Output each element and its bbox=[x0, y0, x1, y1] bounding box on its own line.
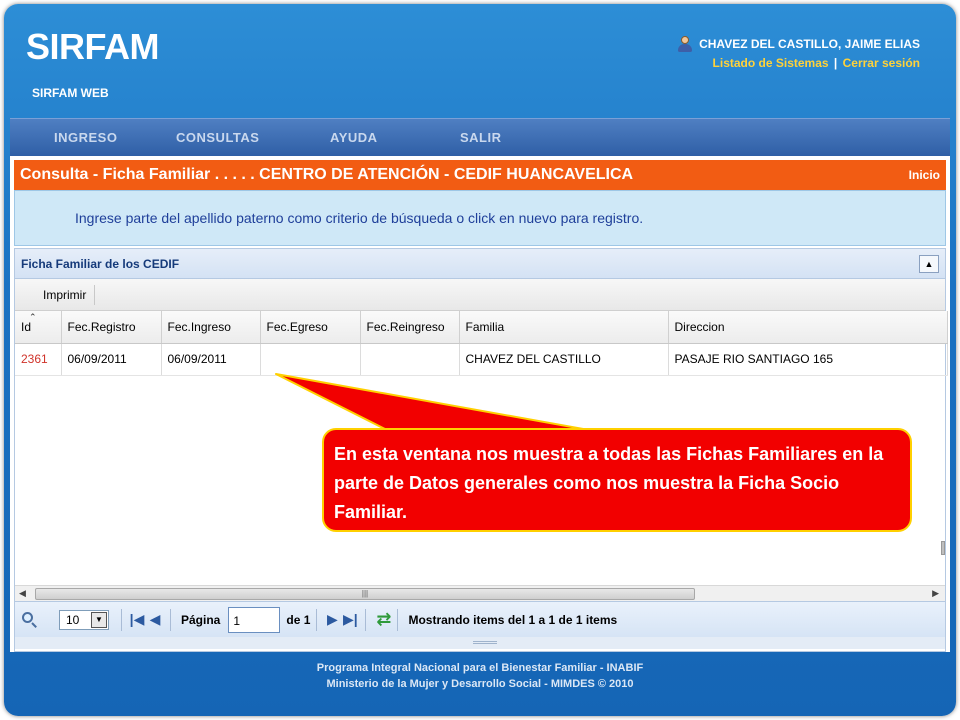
cell-fec-reingreso bbox=[360, 343, 460, 376]
annotation-callout: En esta ventana nos muestra a todas las … bbox=[322, 428, 912, 532]
page-number-input[interactable]: 1 bbox=[228, 606, 281, 633]
page-title-bar: Consulta - Ficha Familiar . . . . . CENT… bbox=[14, 160, 946, 190]
grid-toolbar: Imprimir bbox=[15, 279, 945, 311]
page-label: Página bbox=[181, 612, 221, 627]
menu-item-ingreso[interactable]: INGRESO bbox=[54, 130, 176, 145]
cell-id[interactable]: 2361 bbox=[15, 343, 62, 376]
page-title: Consulta - Ficha Familiar . . . . . CENT… bbox=[20, 166, 634, 183]
grid-header: Ficha Familiar de los CEDIF ▲ bbox=[15, 249, 945, 279]
grid-title: Ficha Familiar de los CEDIF bbox=[21, 256, 180, 271]
first-page-icon[interactable]: |◀ bbox=[128, 611, 146, 628]
menu-item-salir[interactable]: SALIR bbox=[460, 130, 502, 145]
cell-fec-egreso bbox=[260, 343, 361, 376]
user-name: CHAVEZ DEL CASTILLO, JAIME ELIAS bbox=[699, 37, 920, 51]
cell-fec-registro: 06/09/2011 bbox=[61, 343, 162, 376]
column-header-fec-registro[interactable]: Fec.Registro bbox=[61, 311, 162, 344]
chevron-up-icon: ▲ bbox=[924, 258, 934, 269]
cell-familia: CHAVEZ DEL CASTILLO bbox=[459, 343, 669, 376]
footer: Programa Integral Nacional para el Biene… bbox=[4, 660, 956, 692]
pager-bar: 10 ▼ |◀ ◀ Página 1 de 1 ▶ ▶| ⇄ Mostrando… bbox=[15, 601, 945, 637]
resize-grip[interactable] bbox=[15, 637, 945, 649]
page-total-label: de 1 bbox=[286, 612, 311, 627]
column-header-fec-egreso[interactable]: Fec.Egreso bbox=[260, 311, 361, 344]
search-icon[interactable] bbox=[21, 611, 39, 629]
home-link[interactable]: Inicio bbox=[909, 168, 940, 182]
info-message: Ingrese parte del apellido paterno como … bbox=[14, 190, 946, 246]
grid-header-row: ⌃ Id Fec.Registro Fec.Ingreso Fec.Egreso … bbox=[15, 311, 948, 344]
logout-link[interactable]: Cerrar sesión bbox=[843, 56, 920, 70]
refresh-icon[interactable]: ⇄ bbox=[376, 609, 391, 630]
scroll-right-icon[interactable]: ▶ bbox=[932, 588, 939, 599]
vertical-scroll-thumb[interactable] bbox=[941, 541, 945, 555]
dropdown-icon[interactable]: ▼ bbox=[91, 611, 107, 628]
cell-fec-ingreso: 06/09/2011 bbox=[161, 343, 261, 376]
vertical-scrollbar[interactable] bbox=[939, 345, 945, 555]
column-header-fec-reingreso[interactable]: Fec.Reingreso bbox=[360, 311, 460, 344]
menu-item-consultas[interactable]: CONSULTAS bbox=[176, 130, 330, 145]
data-grid: ⌃ Id Fec.Registro Fec.Ingreso Fec.Egreso … bbox=[15, 311, 948, 376]
horizontal-scrollbar[interactable]: ◀ ||| ▶ bbox=[15, 585, 945, 601]
column-header-id[interactable]: ⌃ Id bbox=[15, 311, 62, 344]
column-header-fec-ingreso[interactable]: Fec.Ingreso bbox=[161, 311, 261, 344]
sort-asc-icon: ⌃ bbox=[29, 312, 37, 322]
page-size-select[interactable]: 10 ▼ bbox=[59, 609, 109, 630]
menu-item-ayuda[interactable]: AYUDA bbox=[330, 130, 460, 145]
app-subtitle: SIRFAM WEB bbox=[32, 86, 109, 100]
content-panel: Consulta - Ficha Familiar . . . . . CENT… bbox=[10, 156, 950, 652]
next-page-icon[interactable]: ▶ bbox=[323, 611, 341, 628]
last-page-icon[interactable]: ▶| bbox=[341, 611, 359, 628]
column-header-familia[interactable]: Familia bbox=[459, 311, 669, 344]
collapse-button[interactable]: ▲ bbox=[919, 254, 939, 273]
systems-list-link[interactable]: Listado de Sistemas bbox=[713, 56, 829, 70]
footer-line-2: Ministerio de la Mujer y Desarrollo Soci… bbox=[326, 678, 634, 690]
link-separator: | bbox=[833, 56, 838, 70]
print-button[interactable]: Imprimir bbox=[43, 284, 96, 305]
column-header-direccion[interactable]: Direccion bbox=[668, 311, 948, 344]
pager-status: Mostrando items del 1 a 1 de 1 items bbox=[408, 612, 618, 627]
user-icon bbox=[677, 36, 693, 52]
horizontal-scroll-thumb[interactable]: ||| bbox=[35, 588, 695, 600]
footer-line-1: Programa Integral Nacional para el Biene… bbox=[316, 662, 644, 674]
app-frame: SIRFAM SIRFAM WEB CHAVEZ DEL CASTILLO, J… bbox=[4, 4, 956, 716]
main-menu: INGRESO CONSULTAS AYUDA SALIR bbox=[10, 118, 950, 156]
user-box: CHAVEZ DEL CASTILLO, JAIME ELIAS Listado… bbox=[677, 36, 920, 70]
table-row[interactable]: 2361 06/09/2011 06/09/2011 CHAVEZ DEL CA… bbox=[15, 343, 948, 376]
previous-page-icon[interactable]: ◀ bbox=[146, 611, 164, 628]
app-title: SIRFAM bbox=[26, 26, 160, 67]
scroll-left-icon[interactable]: ◀ bbox=[19, 588, 26, 599]
cell-direccion: PASAJE RIO SANTIAGO 165 bbox=[668, 343, 948, 376]
